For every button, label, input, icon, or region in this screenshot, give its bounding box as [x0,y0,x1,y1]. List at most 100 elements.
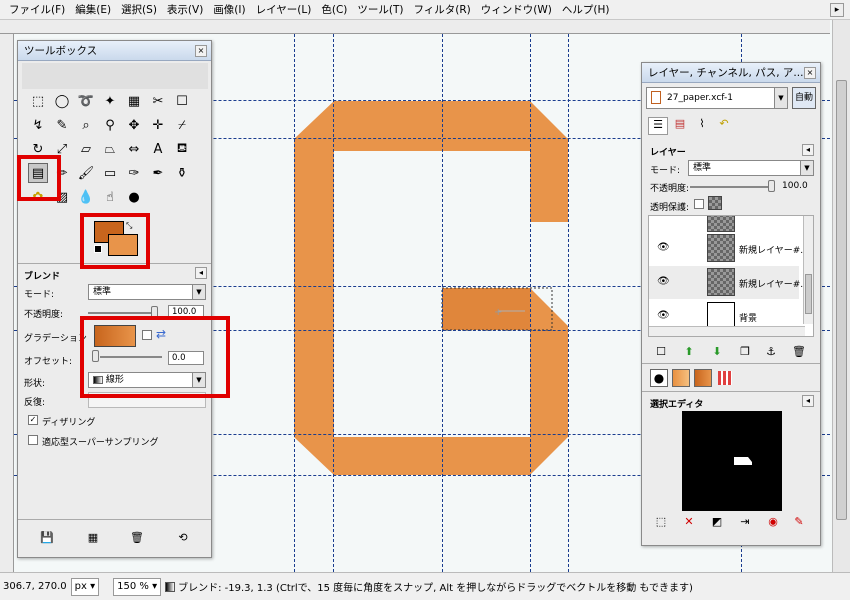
menu-tools[interactable]: ツール(T) [352,0,408,20]
menu-help[interactable]: ヘルプ(H) [557,0,615,20]
align-icon[interactable]: ✛ [148,115,168,135]
mode-select[interactable]: 標準 ▼ [88,284,206,300]
eye-icon[interactable]: 👁 [657,310,670,321]
guide-vertical[interactable] [294,34,295,572]
foreground-select-icon[interactable]: ☐ [172,91,192,111]
raise-layer-icon[interactable]: ⬆ [682,345,696,359]
tab-menu-icon[interactable]: ◂ [195,267,207,279]
layers-mode-select[interactable]: 標準 ▼ [688,160,814,176]
guide-vertical[interactable] [442,34,443,572]
layer-list-scrollbar[interactable] [803,216,813,324]
layer-list[interactable]: 👁 新規レイヤー#... 👁 新規レイヤー#... 👁 背景 [648,215,814,337]
delete-options-icon[interactable]: 🗑 [130,531,144,545]
blur-icon[interactable]: 💧 [76,187,96,207]
shear-icon[interactable]: ▱ [76,139,96,159]
tab-gradients[interactable] [694,369,712,387]
save-to-channel-icon[interactable]: ⇥ [738,515,752,529]
close-icon[interactable]: × [195,45,207,57]
move-icon[interactable]: ✥ [124,115,144,135]
menu-colors[interactable]: 色(C) [316,0,352,20]
menu-select[interactable]: 選択(S) [116,0,162,20]
tab-menu-icon[interactable]: ◂ [802,144,814,156]
lock-alpha-checkbox[interactable] [694,199,704,209]
stroke-selection-icon[interactable]: ✎ [792,515,806,529]
tab-brushes[interactable]: ● [650,369,668,387]
layer-name[interactable]: 新規レイヤー#... [739,243,809,256]
airbrush-icon[interactable]: ✑ [124,163,144,183]
layer-list-hscroll[interactable] [649,326,805,336]
color-select-icon[interactable]: ▦ [124,91,144,111]
fuzzy-select-icon[interactable]: ✦ [100,91,120,111]
select-all-icon[interactable]: ⬚ [654,515,668,529]
paintbrush-icon[interactable]: 🖌 [76,163,96,183]
lower-layer-icon[interactable]: ⬇ [710,345,724,359]
scissors-icon[interactable]: ✂ [148,91,168,111]
layers-opacity-track[interactable] [690,186,774,188]
anchor-layer-icon[interactable]: ⚓ [764,345,778,359]
layer-name[interactable]: 新規レイヤー#... [739,277,809,290]
layer-name[interactable]: 背景 [739,311,757,324]
layer-row[interactable]: 👁 新規レイヤー#... [649,232,809,265]
duplicate-layer-icon[interactable]: ❐ [738,345,752,359]
zoom-select[interactable]: 150 % ▾ [113,577,162,596]
opacity-slider-track[interactable] [88,312,158,314]
scrollbar-thumb[interactable] [805,274,812,314]
eraser-icon[interactable]: ▭ [100,163,120,183]
smudge-icon[interactable]: ☝ [100,187,120,207]
measure-icon[interactable]: ⚲ [100,115,120,135]
flip-icon[interactable]: ⇔ [124,139,144,159]
text-icon[interactable]: A [148,139,168,159]
select-none-icon[interactable]: ✕ [682,515,696,529]
close-icon[interactable]: × [804,67,816,79]
vertical-scrollbar[interactable] [832,20,850,572]
selection-preview[interactable] [682,411,782,511]
menu-tearoff-icon[interactable]: ▸ [830,3,844,17]
invert-selection-icon[interactable]: ◩ [710,515,724,529]
eye-icon[interactable]: 👁 [657,276,670,287]
layers-opacity-value[interactable]: 100.0 [782,181,808,191]
auto-button[interactable]: 自動 [792,87,816,109]
scrollbar-thumb[interactable] [836,80,847,520]
layer-row[interactable]: 👁 新規レイヤー#... [649,266,809,299]
save-options-icon[interactable]: 💾 [40,531,54,545]
dither-checkbox[interactable]: ✓ [28,415,38,425]
guide-vertical[interactable] [530,34,531,572]
lock-pixels-icon[interactable] [708,196,722,210]
dodge-burn-icon[interactable]: ● [124,187,144,207]
tab-paths[interactable]: ⌇ [692,117,712,135]
eye-icon[interactable]: 👁 [657,242,670,253]
menu-filters[interactable]: フィルタ(R) [408,0,475,20]
clone-icon[interactable]: ⚱ [172,163,192,183]
crop-icon[interactable]: ⌿ [172,115,192,135]
supersample-checkbox[interactable] [28,435,38,445]
perspective-icon[interactable]: ⏢ [100,139,120,159]
unit-select[interactable]: px ▾ [70,577,100,596]
lasso-icon[interactable]: ➰ [76,91,96,111]
zoom-icon[interactable]: ⌕ [76,115,96,135]
to-path-icon[interactable]: ◉ [766,515,780,529]
restore-options-icon[interactable]: ▦ [86,531,100,545]
menu-file[interactable]: ファイル(F) [4,0,70,20]
tab-menu-icon[interactable]: ◂ [802,395,814,407]
ellipse-select-icon[interactable]: ◯ [52,91,72,111]
menu-image[interactable]: 画像(I) [208,0,250,20]
reset-options-icon[interactable]: ⟲ [176,531,190,545]
menu-windows[interactable]: ウィンドウ(W) [476,0,557,20]
layers-opacity-thumb[interactable] [768,180,775,192]
paths-icon[interactable]: ↯ [28,115,48,135]
tab-layers[interactable]: ☰ [648,117,668,135]
tab-palettes[interactable] [718,371,732,385]
tab-channels[interactable]: ▤ [670,117,690,135]
tab-patterns[interactable] [672,369,690,387]
new-layer-icon[interactable]: ☐ [654,345,668,359]
menu-layer[interactable]: レイヤー(L) [251,0,317,20]
guide-vertical[interactable] [333,34,334,572]
bucket-fill-icon[interactable]: ⛾ [172,139,192,159]
menu-edit[interactable]: 編集(E) [70,0,116,20]
ink-icon[interactable]: ✒ [148,163,168,183]
guide-vertical[interactable] [568,34,569,572]
rect-select-icon[interactable]: ⬚ [28,91,48,111]
delete-layer-icon[interactable]: 🗑 [792,345,806,359]
color-picker-icon[interactable]: ✎ [52,115,72,135]
image-select[interactable]: 27_paper.xcf-1 ▼ [646,87,788,109]
